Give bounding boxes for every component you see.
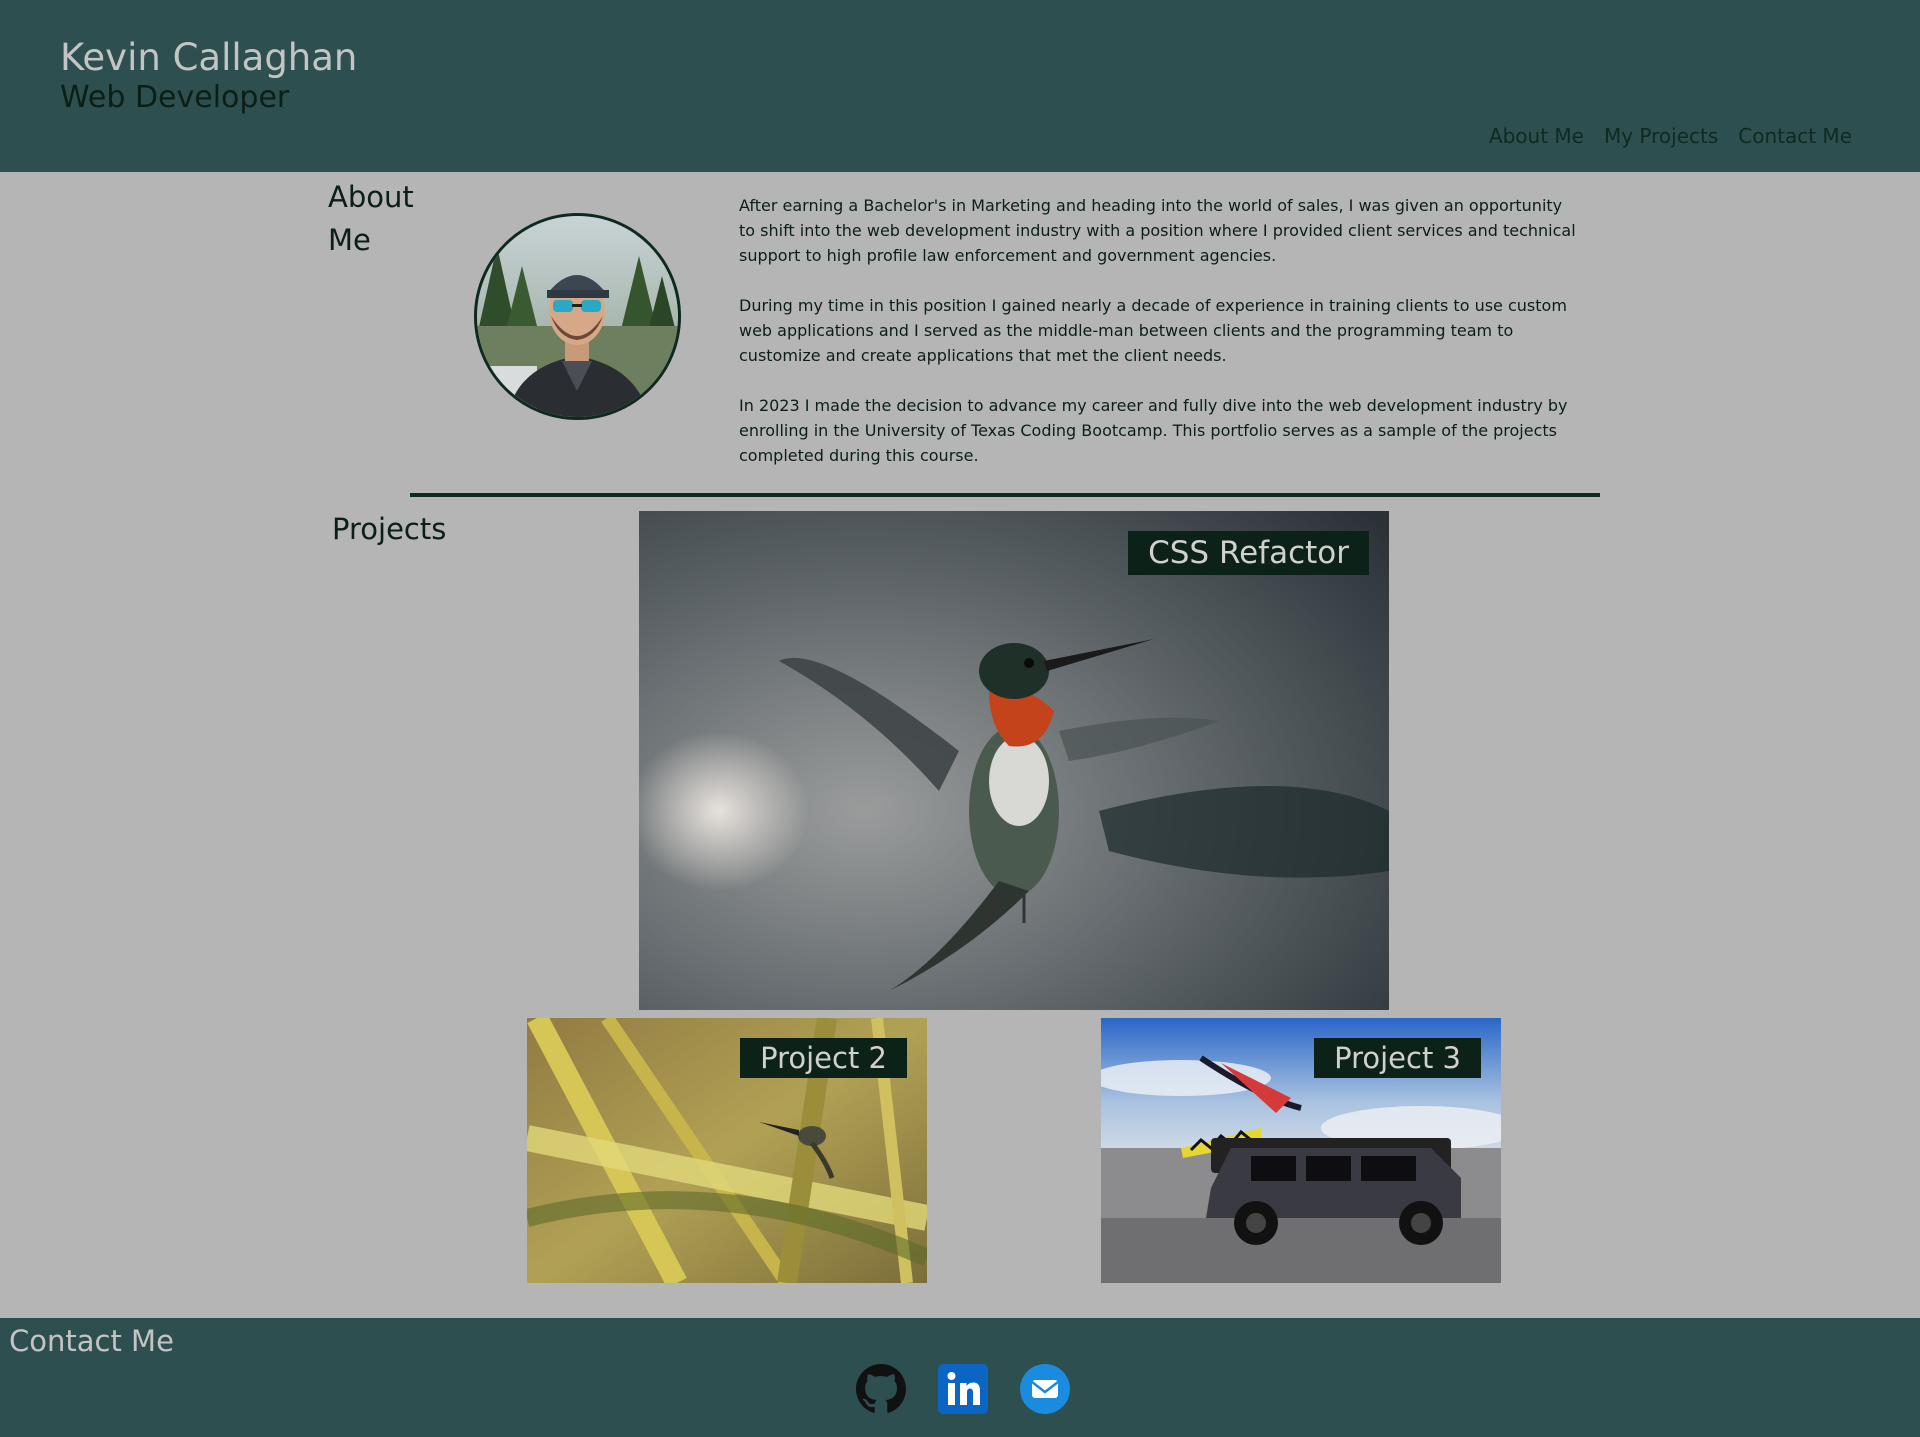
project-card-css-refactor[interactable]: CSS Refactor bbox=[639, 511, 1389, 1010]
about-paragraph-3: In 2023 I made the decision to advance m… bbox=[739, 396, 1568, 465]
nav-link-my-projects[interactable]: My Projects bbox=[1604, 124, 1718, 148]
contact-heading: Contact Me bbox=[9, 1324, 174, 1358]
about-text: After earning a Bachelor's in Marketing … bbox=[739, 193, 1579, 493]
github-link[interactable] bbox=[856, 1364, 906, 1414]
project-label: CSS Refactor bbox=[1128, 531, 1369, 575]
main-nav: About Me My Projects Contact Me bbox=[1489, 124, 1852, 148]
github-icon bbox=[856, 1364, 906, 1413]
site-header: Kevin Callaghan Web Developer About Me M… bbox=[0, 0, 1920, 172]
project-card-project-3[interactable]: Project 3 bbox=[1101, 1018, 1501, 1283]
about-paragraph-2: During my time in this position I gained… bbox=[739, 296, 1567, 365]
email-icon bbox=[1020, 1364, 1070, 1414]
linkedin-icon bbox=[938, 1364, 988, 1414]
site-owner-title: Web Developer bbox=[60, 80, 290, 115]
project-label: Project 3 bbox=[1314, 1038, 1481, 1078]
section-divider bbox=[410, 493, 1600, 497]
project-label: Project 2 bbox=[740, 1038, 907, 1078]
nav-link-contact-me[interactable]: Contact Me bbox=[1738, 124, 1852, 148]
linkedin-link[interactable] bbox=[938, 1364, 988, 1414]
site-owner-name: Kevin Callaghan bbox=[60, 36, 358, 79]
site-footer: Contact Me bbox=[0, 1318, 1920, 1437]
project-card-project-2[interactable]: Project 2 bbox=[527, 1018, 927, 1283]
about-paragraph-1: After earning a Bachelor's in Marketing … bbox=[739, 196, 1576, 265]
projects-heading: Projects bbox=[332, 512, 447, 546]
hummingbird-image bbox=[639, 511, 1389, 1010]
avatar bbox=[474, 213, 681, 420]
about-heading: About Me bbox=[328, 180, 414, 257]
profile-photo bbox=[477, 216, 678, 417]
nav-link-about-me[interactable]: About Me bbox=[1489, 124, 1584, 148]
email-link[interactable] bbox=[1020, 1364, 1070, 1414]
